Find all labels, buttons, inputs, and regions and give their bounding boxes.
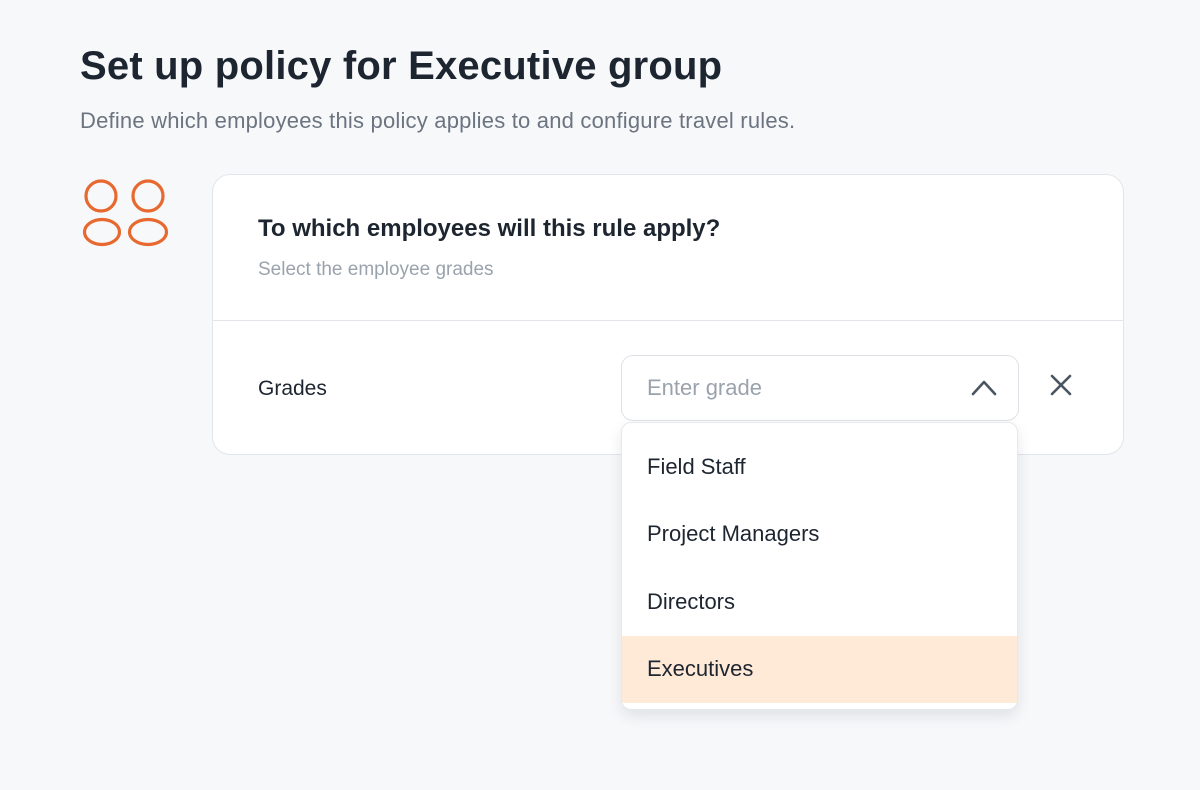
policy-setup-page: Set up policy for Executive group Define…: [0, 0, 1200, 790]
dropdown-option-project-managers[interactable]: Project Managers: [622, 501, 1017, 569]
grade-select[interactable]: [621, 355, 1019, 421]
dropdown-option-directors[interactable]: Directors: [622, 568, 1017, 636]
close-icon[interactable]: [1046, 370, 1076, 400]
page-subtitle: Define which employees this policy appli…: [80, 108, 796, 133]
grade-input[interactable]: [647, 375, 947, 401]
card-title: To which employees will this rule apply?: [258, 215, 721, 242]
grades-label: Grades: [258, 377, 327, 400]
dropdown-option-executives[interactable]: Executives: [622, 635, 1017, 703]
card-subtitle: Select the employee grades: [258, 259, 494, 280]
card-header: To which employees will this rule apply?…: [213, 175, 1123, 321]
chevron-up-icon[interactable]: [970, 376, 998, 400]
grade-dropdown-menu: Field Staff Project Managers Directors E…: [621, 422, 1018, 710]
page-title: Set up policy for Executive group: [80, 44, 723, 88]
group-icon: [82, 179, 169, 247]
employee-rule-card: To which employees will this rule apply?…: [212, 174, 1124, 455]
dropdown-option-field-staff[interactable]: Field Staff: [622, 433, 1017, 501]
